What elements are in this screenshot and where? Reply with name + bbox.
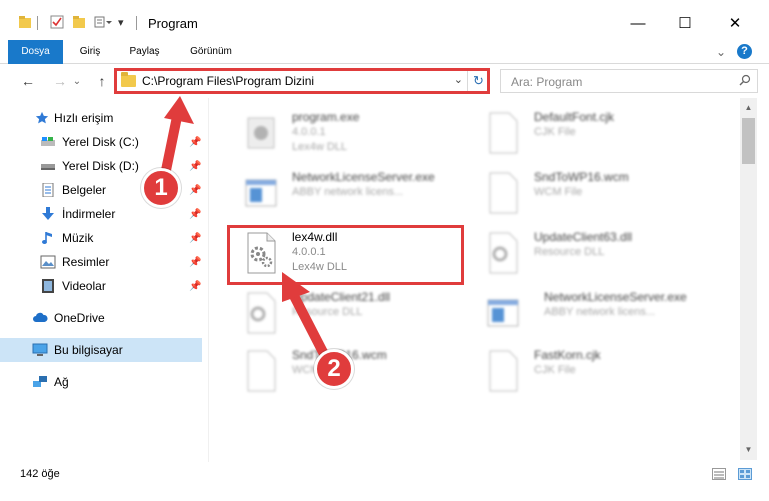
step-two-badge: 2 <box>314 349 354 389</box>
arrow-two <box>282 272 331 363</box>
annotation-arrows <box>159 96 331 363</box>
step-one-badge: 1 <box>141 168 181 208</box>
arrow-one <box>159 96 194 185</box>
